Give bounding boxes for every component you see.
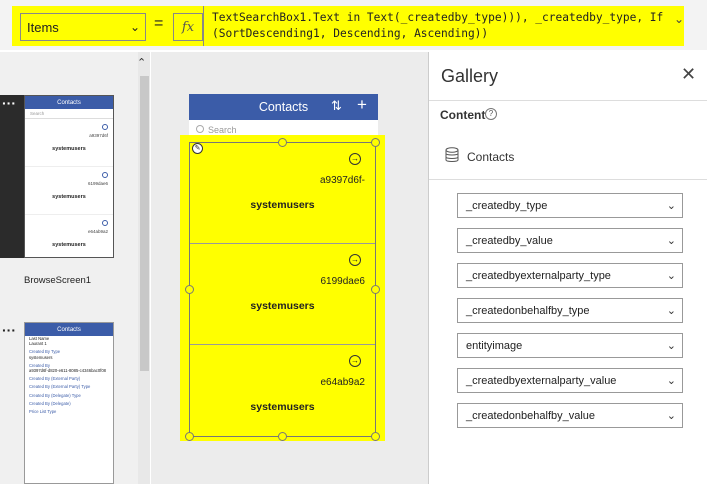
field-dropdown-value: _createdby_value <box>466 235 553 247</box>
thumbnail-detail-line: Created By (Delegate) <box>29 400 71 406</box>
formula-bar: Items ⌄ = fx TextSearchBox1.Text in Text… <box>0 0 707 50</box>
properties-panel: Gallery ✕ Content ? Contacts _createdby_… <box>428 52 707 484</box>
add-icon[interactable]: + <box>357 95 367 115</box>
panel-divider <box>429 179 707 180</box>
thumbnail-item-name: systemusers <box>52 194 86 200</box>
content-label: Content <box>440 108 486 122</box>
arrow-icon <box>102 124 108 130</box>
fx-icon[interactable]: fx <box>173 13 203 41</box>
thumbnail-header-title: Contacts <box>57 99 81 106</box>
gallery-item-name: systemusers <box>250 401 315 413</box>
arrow-right-icon[interactable]: → <box>349 254 361 266</box>
formula-input[interactable]: TextSearchBox1.Text in Text(_createdby_t… <box>203 6 673 46</box>
gallery-item-id: e64ab9a2 <box>320 377 366 388</box>
gallery[interactable]: → a9397d6f- systemusers → 6199dae6 syste… <box>189 142 376 437</box>
gallery-item[interactable]: → 6199dae6 systemusers <box>190 244 375 345</box>
scroll-up-icon[interactable]: ⌃ <box>137 56 146 69</box>
thumbnail-detail-line: a9397d6f-d820-e611-8085-c4346bac0f08 <box>29 368 106 374</box>
more-options-icon[interactable]: ··· <box>2 95 16 111</box>
thumbnail-header-title: Contacts <box>57 326 81 333</box>
screens-scrollbar-thumb[interactable] <box>140 76 149 371</box>
resize-handle-bottom-left[interactable] <box>185 432 194 441</box>
thumbnail-header: Contacts <box>25 96 113 109</box>
thumbnail-item: 6199dae6 systemusers <box>25 167 113 215</box>
thumbnail-detail-line: Price List Type <box>29 409 57 415</box>
field-dropdown[interactable]: _createdonbehalfby_type ⌄ <box>457 298 683 323</box>
field-dropdown[interactable]: _createdby_value ⌄ <box>457 228 683 253</box>
field-dropdown-value: _createdonbehalfby_type <box>466 305 590 317</box>
screen-thumbnail-browse[interactable]: Contacts Search a9397d6f systemusers 619… <box>24 95 114 258</box>
thumbnail-item-name: systemusers <box>52 242 86 248</box>
field-dropdown-value: _createdby_type <box>466 200 548 212</box>
resize-handle-left[interactable] <box>185 285 194 294</box>
thumbnail-detail-line: Laurant 1 <box>29 341 47 347</box>
thumbnail-item-name: systemusers <box>52 146 86 152</box>
gallery-item[interactable]: → e64ab9a2 systemusers <box>190 345 375 446</box>
field-dropdown[interactable]: entityimage ⌄ <box>457 333 683 358</box>
chevron-down-icon: ⌄ <box>129 20 140 34</box>
sort-icon[interactable]: ⇅ <box>331 98 342 114</box>
arrow-right-icon[interactable]: → <box>349 355 361 367</box>
more-options-icon[interactable]: ··· <box>2 322 16 338</box>
field-dropdown[interactable]: _createdbyexternalparty_type ⌄ <box>457 263 683 288</box>
screen-thumbnail-backdrop <box>0 95 24 258</box>
thumbnail-item-id: 6199dae6 <box>87 181 108 186</box>
database-icon <box>445 147 459 162</box>
field-dropdown-value: _createdbyexternalparty_value <box>466 375 617 387</box>
field-dropdown-value: entityimage <box>466 340 523 352</box>
thumbnail-item: e64ab9a2 systemusers <box>25 215 113 257</box>
thumbnail-detail-lines: Last Name Laurant 1 Created By Type systemu… <box>25 336 113 414</box>
resize-handle-top[interactable] <box>278 138 287 147</box>
thumbnail-detail-line: Created By (External Party) Type <box>29 384 91 390</box>
arrow-right-icon[interactable]: → <box>349 153 361 165</box>
screen-label[interactable]: BrowseScreen1 <box>24 275 91 286</box>
arrow-icon <box>102 220 108 226</box>
thumbnail-detail-line: Created By (External Party) <box>29 376 81 382</box>
gallery-item-name: systemusers <box>250 300 315 312</box>
chevron-down-icon: ⌄ <box>666 270 676 282</box>
resize-handle-bottom[interactable] <box>278 432 287 441</box>
property-dropdown[interactable]: Items ⌄ <box>20 13 146 41</box>
gallery-item-id: 6199dae6 <box>320 276 366 287</box>
thumbnail-item-id: e64ab9a2 <box>87 229 108 234</box>
close-icon[interactable]: ✕ <box>681 64 696 85</box>
gallery-item[interactable]: → a9397d6f- systemusers <box>190 143 375 244</box>
pencil-icon[interactable]: ✎ <box>192 143 203 154</box>
arrow-icon <box>102 172 108 178</box>
chevron-down-icon: ⌄ <box>666 410 676 422</box>
app-header: Contacts ⇅ + <box>189 94 378 120</box>
resize-handle-right[interactable] <box>371 285 380 294</box>
panel-divider <box>429 100 707 101</box>
field-dropdown[interactable]: _createdonbehalfby_value ⌄ <box>457 403 683 428</box>
chevron-down-icon: ⌄ <box>666 305 676 317</box>
data-source-name[interactable]: Contacts <box>467 150 514 164</box>
app-header-title: Contacts <box>258 100 309 114</box>
resize-handle-top-right[interactable] <box>371 138 380 147</box>
field-dropdown[interactable]: _createdby_type ⌄ <box>457 193 683 218</box>
thumbnail-header: Contacts <box>25 323 113 336</box>
chevron-down-icon: ⌄ <box>666 235 676 247</box>
gallery-item-id: a9397d6f- <box>319 175 365 186</box>
panel-title: Gallery <box>441 66 499 86</box>
chevron-down-icon: ⌄ <box>666 375 676 387</box>
field-dropdown-value: _createdonbehalfby_value <box>466 410 596 422</box>
field-dropdown-list: _createdby_type ⌄ _createdby_value ⌄ _create… <box>457 193 683 438</box>
gallery-item-name: systemusers <box>250 199 315 211</box>
resize-handle-bottom-right[interactable] <box>371 432 380 441</box>
chevron-down-icon: ⌄ <box>666 200 676 212</box>
thumbnail-detail-line: Created By (Delegate) Type <box>29 392 81 398</box>
expand-formula-icon[interactable]: ⌄ <box>674 12 684 26</box>
equals-sign: = <box>154 15 164 32</box>
property-dropdown-value: Items <box>27 19 59 35</box>
field-dropdown[interactable]: _createdbyexternalparty_value ⌄ <box>457 368 683 393</box>
thumbnail-detail-line: systemusers <box>29 354 53 360</box>
screen-thumbnail-detail[interactable]: Contacts Last Name Laurant 1 Created By Ty… <box>24 322 114 484</box>
search-icon <box>196 125 204 133</box>
field-dropdown-value: _createdbyexternalparty_type <box>466 270 611 282</box>
thumbnail-search: Search <box>25 109 113 119</box>
thumbnail-item-id: a9397d6f <box>89 133 108 138</box>
help-icon[interactable]: ? <box>485 108 497 120</box>
chevron-down-icon: ⌄ <box>666 340 676 352</box>
thumbnail-item: a9397d6f systemusers <box>25 119 113 167</box>
